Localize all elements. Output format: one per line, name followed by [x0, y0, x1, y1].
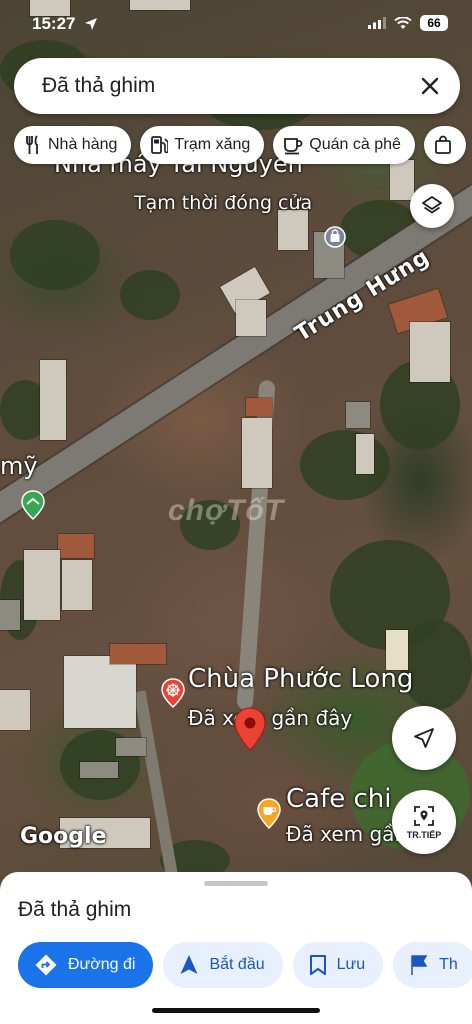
- layers-icon: [422, 196, 442, 214]
- flag-icon: [411, 955, 428, 975]
- next-button-label: TR.TIẾP: [406, 830, 442, 840]
- chip-gas-stations[interactable]: Trạm xăng: [140, 126, 265, 164]
- bookmark-icon: [309, 955, 326, 975]
- chip-coffee-shops[interactable]: Quán cà phê: [273, 126, 415, 164]
- chip-label: Trạm xăng: [174, 136, 251, 153]
- temple-name-label[interactable]: Chùa Phước Long: [188, 664, 413, 694]
- cafe-marker-icon[interactable]: [256, 798, 282, 830]
- chip-shopping[interactable]: [423, 126, 466, 164]
- next-button[interactable]: TR.TIẾP: [392, 790, 456, 854]
- category-chips: Nhà hàng Trạm xăng Quán cà phê: [14, 126, 466, 164]
- watermark-text: chợTốT: [168, 494, 285, 527]
- dropped-pin-icon[interactable]: [232, 706, 268, 752]
- temple-marker-icon[interactable]: [160, 678, 186, 708]
- drag-handle[interactable]: [204, 881, 268, 886]
- bottom-sheet[interactable]: Đã thả ghim Đường đi Bắt đầu Lưu Th: [0, 872, 472, 1024]
- cafe-name-label[interactable]: Cafe chi: [286, 784, 392, 814]
- coffee-cup-icon: [284, 138, 303, 155]
- shopping-bag-icon[interactable]: [324, 226, 346, 248]
- cellular-signal-icon: [368, 17, 386, 29]
- start-label: Bắt đầu: [209, 956, 265, 973]
- wifi-icon: [394, 16, 412, 29]
- street-view-icon: [414, 806, 434, 826]
- directions-icon: [35, 954, 57, 976]
- gas-station-icon: [151, 136, 169, 154]
- navigation-arrow-icon: [180, 955, 198, 974]
- save-label: Lưu: [336, 956, 366, 973]
- google-logo: Google: [20, 824, 107, 849]
- chip-restaurants[interactable]: Nhà hàng: [14, 126, 132, 164]
- status-bar: 15:27 66: [0, 0, 472, 50]
- place-fragment-label[interactable]: mỹ: [0, 452, 38, 480]
- start-button[interactable]: Bắt đầu: [163, 942, 283, 988]
- home-indicator[interactable]: [152, 1008, 320, 1013]
- battery-level: 66: [420, 15, 448, 31]
- chip-label: Nhà hàng: [48, 136, 118, 153]
- flag-button[interactable]: Th: [393, 942, 472, 988]
- fork-knife-icon: [26, 135, 38, 154]
- navigation-arrow-icon: [414, 728, 434, 748]
- save-button[interactable]: Lưu: [292, 942, 384, 988]
- search-bar[interactable]: Đã thả ghim: [14, 58, 460, 114]
- layers-button[interactable]: [410, 184, 454, 228]
- factory-status-label: Tạm thời đóng cửa: [134, 192, 313, 214]
- directions-button[interactable]: Đường đi: [18, 942, 154, 988]
- directions-label: Đường đi: [68, 956, 136, 973]
- my-location-button[interactable]: [392, 706, 456, 770]
- shopping-bag-icon: [434, 135, 451, 154]
- sheet-title: Đã thả ghim: [18, 898, 132, 921]
- close-icon[interactable]: [416, 72, 444, 100]
- search-query-text[interactable]: Đã thả ghim: [42, 74, 155, 98]
- location-arrow-icon: [85, 18, 97, 30]
- temple-sub-label: Đã xem gần đây: [188, 706, 353, 730]
- action-row: Đường đi Bắt đầu Lưu Th: [18, 942, 472, 988]
- status-time: 15:27: [32, 14, 76, 33]
- flag-label: Th: [439, 956, 458, 973]
- chip-label: Quán cà phê: [309, 136, 401, 153]
- green-poi-marker-icon[interactable]: [20, 490, 46, 520]
